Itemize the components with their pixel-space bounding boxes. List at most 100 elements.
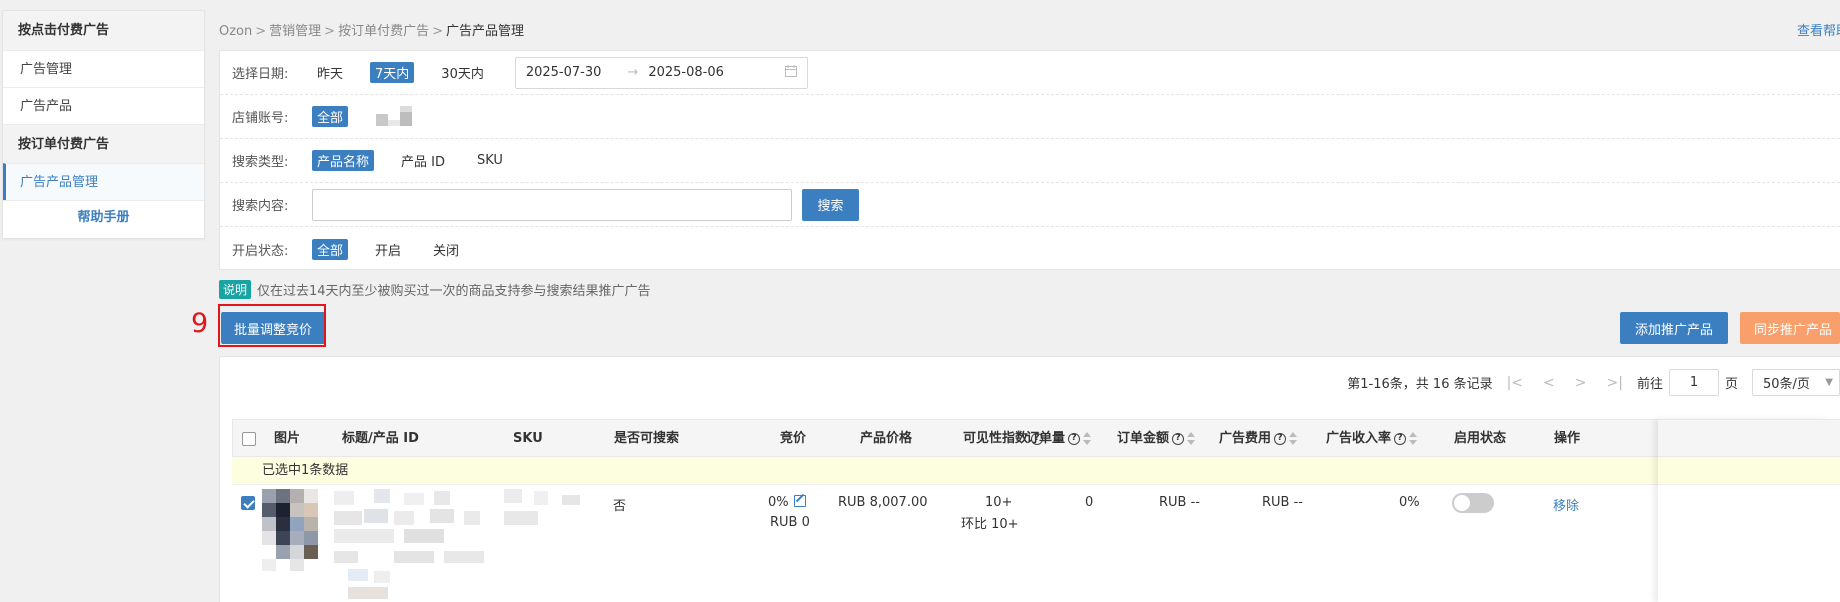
status-option-on[interactable]: 开启 — [370, 239, 406, 260]
help-manual-link[interactable]: 帮助手册 — [3, 200, 204, 238]
row-checkbox[interactable] — [241, 495, 255, 510]
header-price: 产品价格 — [860, 431, 913, 446]
sidebar-group-cpc: 按点击付费广告 — [3, 11, 204, 50]
page-size-select[interactable]: 50条/页 ▼ — [1752, 369, 1840, 396]
search-type-row: 搜索类型: 产品名称 产品 ID SKU — [220, 139, 1840, 183]
date-label: 选择日期: — [232, 67, 289, 82]
question-icon: ? — [1172, 432, 1185, 445]
goto-page-input[interactable]: 1 — [1668, 369, 1719, 396]
question-icon: ? — [1394, 432, 1407, 445]
header-actions: 操作 — [1554, 431, 1581, 446]
add-promoted-product-button[interactable]: 添加推广产品 — [1620, 312, 1728, 344]
date-end: 2025-08-06 — [648, 65, 724, 80]
product-image-blurred[interactable] — [262, 489, 332, 571]
batch-adjust-bid-button[interactable]: 批量调整竞价 — [221, 312, 325, 344]
note-text: 仅在过去14天内至少被购买过一次的商品支持参与搜索结果推广广告 — [257, 284, 651, 299]
cell-orders: 0 — [1085, 495, 1094, 510]
page-size-value: 50条/页 — [1763, 377, 1810, 392]
note: 说明 仅在过去14天内至少被购买过一次的商品支持参与搜索结果推广广告 — [219, 280, 651, 299]
cell-visibility-sub: 环比 10+ — [961, 517, 1019, 532]
date-option-yesterday[interactable]: 昨天 — [312, 62, 348, 83]
sort-icon — [1187, 431, 1196, 446]
arrow-right-icon: → — [627, 65, 639, 80]
header-title: 标题/产品 ID — [342, 431, 419, 446]
enable-status-toggle[interactable] — [1452, 493, 1494, 517]
chevron-down-icon: ▼ — [1825, 377, 1833, 388]
edit-icon[interactable] — [793, 495, 806, 507]
pagination: 第1-16条，共 16 条记录 |< < > >| 前往 1 页 50条/页 ▼ — [1347, 369, 1840, 396]
date-range-picker[interactable]: 2025-07-30 → 2025-08-06 — [514, 56, 808, 89]
cell-ad-cost: RUB -- — [1262, 495, 1303, 510]
next-page-icon[interactable]: > — [1575, 375, 1587, 391]
header-ad-rate[interactable]: 广告收入率? — [1326, 420, 1418, 458]
question-icon: ? — [1274, 432, 1287, 445]
remove-link[interactable]: 移除 — [1553, 495, 1579, 514]
search-type-product-name[interactable]: 产品名称 — [312, 150, 375, 171]
cell-searchable: 否 — [613, 499, 627, 514]
sort-icon — [1289, 431, 1298, 446]
status-option-off[interactable]: 关闭 — [428, 239, 464, 260]
note-badge: 说明 — [219, 280, 252, 299]
date-option-7days[interactable]: 7天内 — [370, 62, 415, 83]
sync-promoted-product-button[interactable]: 同步推广产品 — [1740, 312, 1840, 344]
sidebar-item-ad-product-management[interactable]: 广告产品管理 — [3, 163, 204, 200]
cell-bid: 0% — [768, 495, 806, 510]
breadcrumb-cpo[interactable]: 按订单付费广告 — [338, 24, 429, 39]
table-panel: 第1-16条，共 16 条记录 |< < > >| 前往 1 页 50条/页 ▼… — [219, 356, 1840, 602]
breadcrumb-current: 广告产品管理 — [446, 24, 525, 39]
cell-price: RUB 8,007.00 — [838, 495, 928, 510]
header-ad-cost[interactable]: 广告费用? — [1219, 420, 1298, 458]
date-start: 2025-07-30 — [525, 65, 602, 80]
search-input[interactable] — [312, 188, 792, 221]
filter-panel: 选择日期: 昨天 7天内 30天内 2025-07-30 → 2025-08-0… — [219, 50, 1840, 270]
view-help-link[interactable]: 查看帮助 — [1797, 20, 1840, 39]
sidebar-item-ad-management[interactable]: 广告管理 — [3, 50, 204, 87]
calendar-icon — [784, 64, 797, 81]
sidebar-item-ad-products[interactable]: 广告产品 — [3, 87, 204, 124]
table-header: 图片 标题/产品 ID SKU 是否可搜索 竞价 产品价格 可见性指数? 订单量… — [232, 419, 1840, 457]
header-searchable: 是否可搜索 — [614, 431, 680, 446]
search-type-product-id[interactable]: 产品 ID — [396, 150, 450, 171]
question-icon: ? — [1068, 432, 1081, 445]
breadcrumb: Ozon > 营销管理 > 按订单付费广告 > 广告产品管理 — [219, 24, 525, 39]
status-option-all[interactable]: 全部 — [312, 238, 349, 260]
prev-page-icon[interactable]: < — [1543, 375, 1555, 391]
table-row: 否 0% RUB 0 RUB 8,007.00 10+ 环比 10+ 0 RUB… — [232, 485, 1840, 602]
breadcrumb-marketing[interactable]: 营销管理 — [269, 24, 321, 39]
date-filter-row: 选择日期: 昨天 7天内 30天内 2025-07-30 → 2025-08-0… — [220, 51, 1840, 95]
sidebar-group-cpo: 按订单付费广告 — [3, 124, 204, 163]
first-page-icon[interactable]: |< — [1507, 375, 1523, 391]
search-type-sku[interactable]: SKU — [472, 152, 508, 169]
search-type-label: 搜索类型: — [232, 155, 289, 170]
breadcrumb-ozon[interactable]: Ozon — [219, 24, 252, 39]
pagination-summary: 第1-16条，共 16 条记录 — [1347, 377, 1493, 392]
header-enable-status: 启用状态 — [1454, 431, 1507, 446]
header-orders[interactable]: 订单量? — [1026, 420, 1092, 458]
sidebar: 按点击付费广告 广告管理 广告产品 按订单付费广告 广告产品管理 帮助手册 — [2, 10, 205, 239]
search-button[interactable]: 搜索 — [802, 188, 859, 221]
select-all-checkbox[interactable] — [242, 420, 256, 458]
last-page-icon[interactable]: >| — [1607, 375, 1623, 391]
sort-icon — [1083, 431, 1092, 446]
goto-prefix: 前往 — [1636, 377, 1663, 392]
store-filter-row: 店铺账号: 全部 — [220, 95, 1840, 139]
date-option-30days[interactable]: 30天内 — [436, 62, 489, 83]
store-account-blurred[interactable] — [376, 105, 416, 128]
search-content-row: 搜索内容: 搜索 — [220, 183, 1840, 227]
cell-ad-rate: 0% — [1399, 495, 1420, 510]
header-order-amount[interactable]: 订单金额? — [1117, 420, 1196, 458]
annotation-step-number: 9 — [191, 308, 209, 339]
search-content-label: 搜索内容: — [232, 199, 289, 214]
header-bid: 竞价 — [780, 431, 807, 446]
header-image: 图片 — [274, 431, 301, 446]
sort-icon — [1409, 431, 1418, 446]
selection-bar: 已选中1条数据 — [232, 457, 1840, 485]
product-title-blurred[interactable] — [334, 489, 584, 599]
header-sku: SKU — [513, 431, 543, 446]
goto-suffix: 页 — [1724, 377, 1738, 392]
status-filter-row: 开启状态: 全部 开启 关闭 — [220, 227, 1840, 271]
status-label: 开启状态: — [232, 243, 289, 259]
store-label: 店铺账号: — [232, 111, 289, 126]
store-option-all[interactable]: 全部 — [312, 106, 349, 127]
cell-order-amount: RUB -- — [1159, 495, 1200, 510]
